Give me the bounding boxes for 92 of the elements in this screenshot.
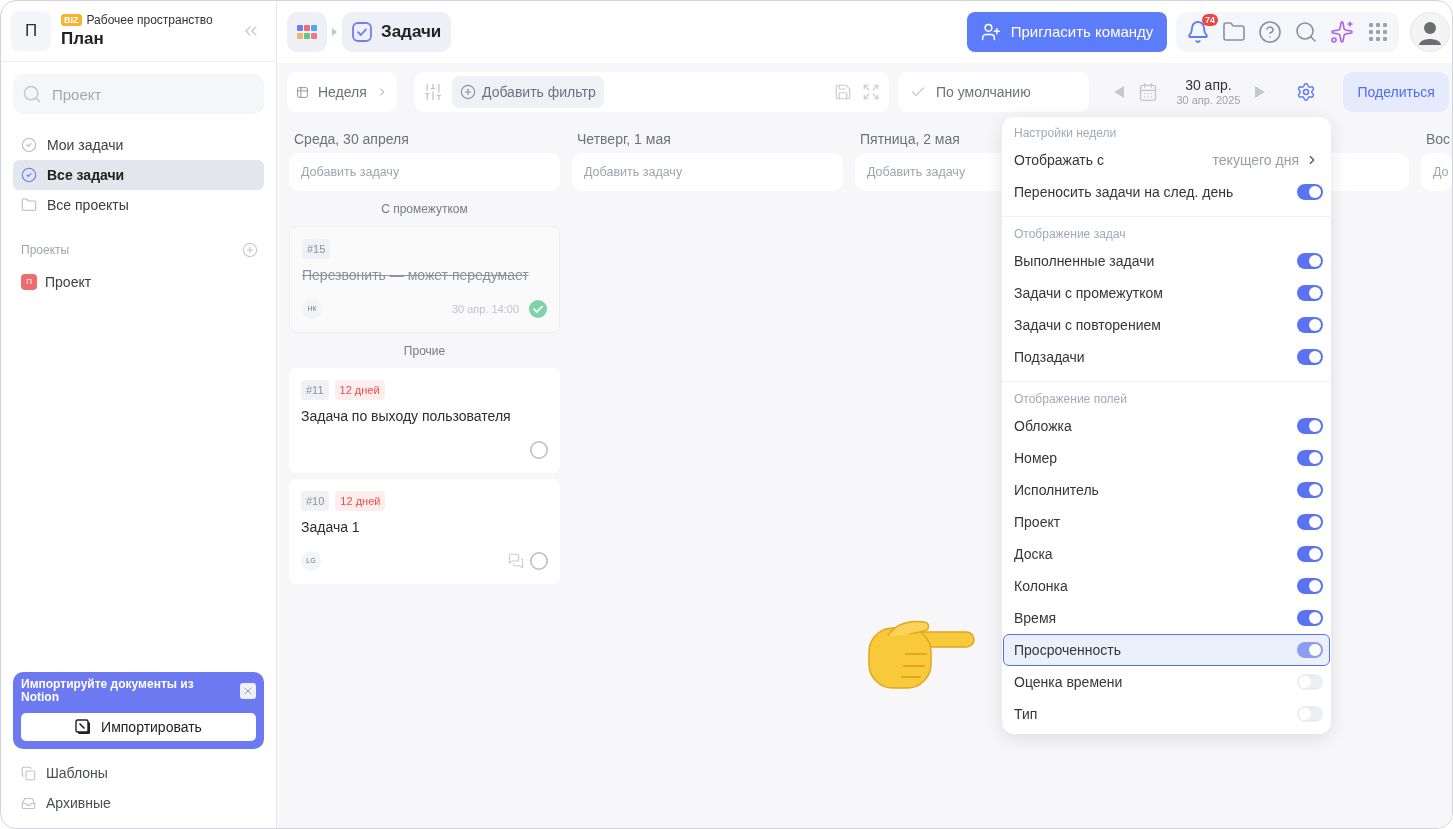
calendar-icon[interactable]: [1137, 82, 1158, 102]
check-circle-icon: [21, 137, 37, 153]
add-project-icon[interactable]: [242, 242, 258, 258]
settings-row[interactable]: Просроченность: [1003, 634, 1330, 666]
settings-section-title: Настройки недели: [1014, 125, 1117, 142]
settings-section-title: Отображение полей: [1014, 391, 1127, 408]
toggle-switch[interactable]: [1297, 514, 1323, 530]
nav-item[interactable]: Все проекты: [13, 190, 264, 220]
task-title: Задача по выходу пользователя: [301, 407, 512, 426]
day-heading: Вос: [1426, 129, 1451, 149]
settings-value: текущего дня: [1212, 150, 1299, 170]
folder-icon[interactable]: [1222, 20, 1246, 44]
current-date-full: 30 апр. 2025: [1176, 94, 1241, 107]
preset-selector[interactable]: По умолчанию: [897, 72, 1089, 112]
pointing-hand-icon: [866, 618, 976, 690]
banner-title: Импортируйте документы из Notion: [21, 678, 195, 704]
toggle-switch[interactable]: [1297, 610, 1323, 626]
comments-icon[interactable]: [508, 553, 524, 569]
project-link[interactable]: Проект: [45, 271, 92, 293]
workspace-avatar[interactable]: П: [11, 11, 51, 51]
project-avatar: П: [21, 274, 37, 290]
add-filter-button[interactable]: Добавить фильтр: [452, 76, 604, 108]
check-circle-icon: [21, 167, 37, 183]
due-date: 30 апр. 14:00: [451, 301, 519, 317]
logo-icon: [75, 719, 92, 735]
stacked-squares-icon: [21, 765, 36, 781]
nav-item[interactable]: Мои задачи: [13, 130, 264, 160]
import-button[interactable]: Импортировать: [21, 713, 256, 741]
previous-triangle-icon[interactable]: [1113, 86, 1124, 98]
settings-icon[interactable]: [1296, 82, 1317, 102]
apps-grid-icon: [297, 25, 317, 39]
workspace-name: План: [61, 28, 105, 50]
toggle-switch[interactable]: [1297, 578, 1323, 594]
toggle-switch[interactable]: [1297, 418, 1323, 434]
invite-button[interactable]: Пригласить команду: [967, 12, 1167, 52]
complete-circle-icon[interactable]: [530, 441, 548, 459]
task-title: Задача 1: [301, 518, 361, 537]
nav-item[interactable]: Все задачи: [13, 160, 264, 190]
page-title-button[interactable]: Задачи: [342, 12, 452, 52]
task-card[interactable]: #11 12 дней Задача по выходу пользователя: [289, 368, 560, 473]
day-heading: Пятница, 2 мая: [860, 129, 960, 149]
plus-circle-icon: [460, 84, 476, 100]
workspace-label: Рабочее пространство: [86, 12, 213, 28]
search-icon[interactable]: [1294, 20, 1318, 44]
toggle-switch[interactable]: [1297, 642, 1323, 658]
task-number: #15: [302, 239, 331, 259]
toggle-switch[interactable]: [1297, 285, 1323, 301]
add-user-icon: [980, 22, 1001, 42]
overdue-tag: 12 дней: [334, 380, 385, 400]
task-title: Перезвонить — может передумает: [302, 266, 530, 285]
toggle-switch[interactable]: [1297, 349, 1323, 365]
toggle-switch[interactable]: [1297, 253, 1323, 269]
task-number: #11: [301, 380, 329, 400]
next-triangle-icon[interactable]: [1255, 86, 1266, 98]
current-date: 30 апр.: [1185, 77, 1232, 94]
help-icon[interactable]: [1258, 20, 1282, 44]
day-heading: Среда, 30 апреля: [294, 129, 409, 149]
completed-check-icon[interactable]: [529, 300, 547, 318]
sliders-icon[interactable]: [423, 82, 443, 102]
search-field[interactable]: Проект: [13, 74, 264, 114]
group-heading: С промежутком: [381, 201, 468, 218]
overdue-tag: 12 дней: [335, 491, 386, 511]
sparkles-icon[interactable]: [1330, 20, 1354, 44]
folder-icon: [21, 197, 37, 213]
notification-badge: 74: [1202, 14, 1218, 26]
user-avatar-icon[interactable]: [1410, 12, 1450, 52]
plan-badge: BIZ: [61, 14, 82, 26]
share-button[interactable]: Поделиться: [1343, 72, 1449, 112]
toggle-switch[interactable]: [1297, 482, 1323, 498]
settings-section-title: Отображение задач: [1014, 226, 1126, 243]
group-heading: Прочие: [403, 343, 446, 360]
toggle-switch[interactable]: [1297, 317, 1323, 333]
close-icon: [242, 685, 254, 697]
expand-icon[interactable]: [861, 83, 880, 101]
toggle-switch[interactable]: [1297, 184, 1323, 200]
search-icon: [22, 84, 42, 104]
dots-grid-icon[interactable]: [1368, 22, 1388, 42]
close-button[interactable]: [240, 683, 256, 699]
caret-icon: [332, 28, 337, 36]
sidebar-link[interactable]: Архивные: [46, 792, 111, 814]
checkbox-icon: [352, 22, 372, 42]
complete-circle-icon[interactable]: [530, 552, 548, 570]
toggle-switch[interactable]: [1297, 546, 1323, 562]
save-icon[interactable]: [833, 83, 852, 101]
task-number: #10: [301, 491, 330, 511]
sidebar-link[interactable]: Шаблоны: [46, 762, 108, 784]
apps-button[interactable]: [287, 12, 327, 52]
section-label: Проекты: [21, 242, 70, 259]
view-selector[interactable]: Неделя: [287, 72, 397, 112]
toggle-switch[interactable]: [1297, 450, 1323, 466]
day-heading: Четверг, 1 мая: [577, 129, 671, 149]
tray-icon: [21, 795, 36, 811]
